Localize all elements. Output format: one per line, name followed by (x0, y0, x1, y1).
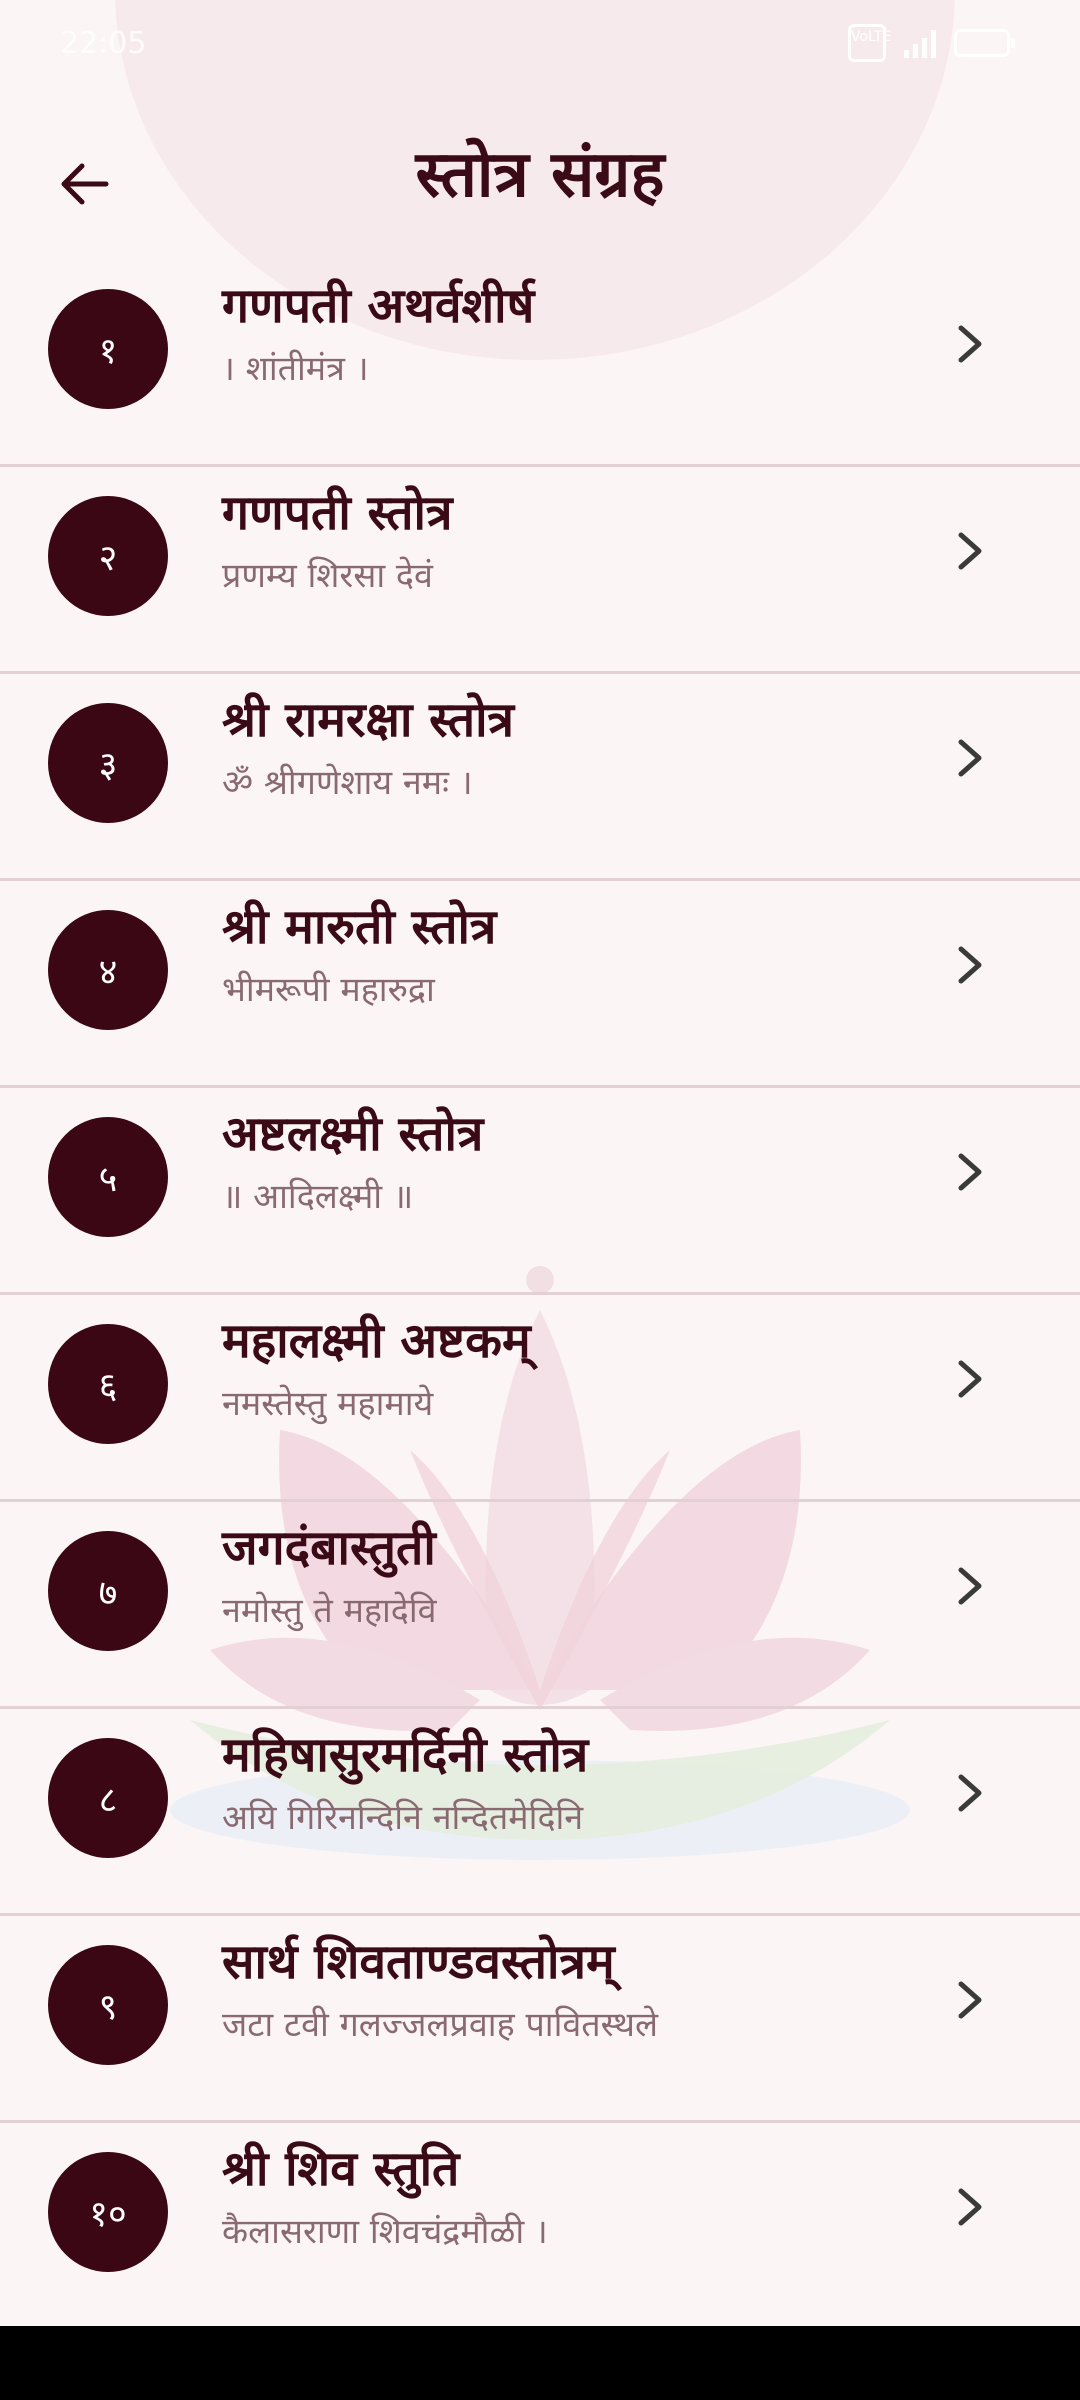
list-item[interactable]: ८ महिषासुरमर्दिनी स्तोत्र अयि गिरिनन्दिन… (0, 1709, 1080, 1916)
list-item[interactable]: ९ सार्थ शिवताण्डवस्तोत्रम् जटा टवी गलज्ज… (0, 1916, 1080, 2123)
number-badge: १० (48, 2152, 168, 2272)
item-title: श्री मारुती स्तोत्र (222, 899, 497, 955)
item-title: महिषासुरमर्दिनी स्तोत्र (222, 1727, 589, 1783)
item-subtitle: । शांतीमंत्र । (222, 349, 369, 389)
item-subtitle: भीमरूपी महारुद्रा (222, 970, 435, 1010)
item-subtitle: अयि गिरिनन्दिनि नन्दितमेदिनि (222, 1798, 584, 1838)
item-subtitle: ॥ आदिलक्ष्मी ॥ (222, 1177, 414, 1217)
chevron-right-icon[interactable] (945, 1970, 995, 2030)
list-item[interactable]: ५ अष्टलक्ष्मी स्तोत्र ॥ आदिलक्ष्मी ॥ (0, 1088, 1080, 1295)
number-badge: १ (48, 289, 168, 409)
number-badge: ५ (48, 1117, 168, 1237)
chevron-right-icon[interactable] (945, 1763, 995, 1823)
list-item[interactable]: ७ जगदंबास्तुती नमोस्तु ते महादेवि (0, 1502, 1080, 1709)
battery-icon (954, 29, 1015, 57)
chevron-right-icon[interactable] (945, 2177, 995, 2237)
number-badge: ३ (48, 703, 168, 823)
list-item[interactable]: ४ श्री मारुती स्तोत्र भीमरूपी महारुद्रा (0, 881, 1080, 1088)
number-badge: ८ (48, 1738, 168, 1858)
chevron-right-icon[interactable] (945, 1556, 995, 1616)
app-bar: स्तोत्र संग्रह (0, 90, 1080, 260)
item-subtitle: प्रणम्य शिरसा देवं (222, 556, 433, 596)
item-title: अष्टलक्ष्मी स्तोत्र (222, 1106, 484, 1162)
chevron-right-icon[interactable] (945, 521, 995, 581)
status-icons: VoLTE (848, 24, 1015, 62)
list-item[interactable]: ६ महालक्ष्मी अष्टकम् नमस्तेस्तु महामाये (0, 1295, 1080, 1502)
item-title: श्री रामरक्षा स्तोत्र (222, 692, 515, 748)
list-item[interactable]: १ गणपती अथर्वशीर्ष । शांतीमंत्र । (0, 260, 1080, 467)
number-badge: ७ (48, 1531, 168, 1651)
status-bar: 22:05 VoLTE (0, 0, 1080, 90)
chevron-right-icon[interactable] (945, 1142, 995, 1202)
item-subtitle: नमस्तेस्तु महामाये (222, 1384, 434, 1424)
number-badge: ६ (48, 1324, 168, 1444)
number-badge: २ (48, 496, 168, 616)
chevron-right-icon[interactable] (945, 728, 995, 788)
item-subtitle: नमोस्तु ते महादेवि (222, 1591, 437, 1631)
page-title: स्तोत्र संग्रह (415, 137, 665, 212)
item-title: श्री शिव स्तुति (222, 2141, 460, 2197)
item-title: गणपती स्तोत्र (222, 485, 453, 541)
chevron-right-icon[interactable] (945, 935, 995, 995)
item-subtitle: जटा टवी गलज्जलप्रवाह पावितस्थले (222, 2005, 659, 2045)
item-title: महालक्ष्मी अष्टकम् (222, 1313, 531, 1369)
chevron-right-icon[interactable] (945, 1349, 995, 1409)
status-time: 22:05 (60, 26, 147, 61)
number-badge: ४ (48, 910, 168, 1030)
list-item[interactable]: २ गणपती स्तोत्र प्रणम्य शिरसा देवं (0, 467, 1080, 674)
list-item[interactable]: १० श्री शिव स्तुति कैलासराणा शिवचंद्रमौळ… (0, 2123, 1080, 2330)
number-badge: ९ (48, 1945, 168, 2065)
list-item[interactable]: ३ श्री रामरक्षा स्तोत्र ॐ श्रीगणेशाय नमः… (0, 674, 1080, 881)
volte-icon: VoLTE (848, 24, 891, 62)
stotra-list: १ गणपती अथर्वशीर्ष । शांतीमंत्र । २ गणपत… (0, 260, 1080, 2330)
item-subtitle: ॐ श्रीगणेशाय नमः । (222, 763, 473, 803)
item-subtitle: कैलासराणा शिवचंद्रमौळी । (222, 2212, 548, 2252)
chevron-right-icon[interactable] (945, 314, 995, 374)
system-navigation-bar (0, 2326, 1080, 2400)
item-title: गणपती अथर्वशीर्ष (222, 278, 535, 334)
item-title: सार्थ शिवताण्डवस्तोत्रम् (222, 1934, 615, 1990)
signal-icon (904, 28, 936, 58)
item-title: जगदंबास्तुती (222, 1520, 436, 1576)
